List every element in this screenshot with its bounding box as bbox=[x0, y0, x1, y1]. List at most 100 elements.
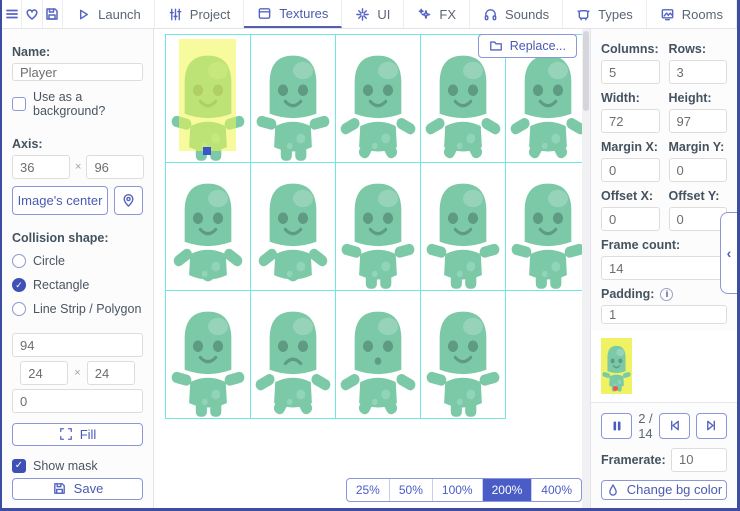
sprite-frame[interactable] bbox=[336, 291, 421, 419]
axis-label: Axis: bbox=[12, 137, 43, 152]
texture-settings-panel: Name: Use as a background? Axis: × Image… bbox=[2, 29, 154, 508]
folder-icon bbox=[489, 41, 502, 51]
height-input[interactable] bbox=[668, 109, 727, 133]
rect-right-input[interactable] bbox=[86, 361, 135, 386]
shape-rectangle-radio[interactable]: ✓ Rectangle bbox=[12, 278, 143, 293]
tab-label: FX bbox=[439, 6, 457, 22]
zoom-200-button[interactable]: 200% bbox=[482, 479, 533, 501]
sprite-sheet[interactable] bbox=[165, 34, 590, 419]
zoom-control: 25% 50% 100% 200% 400% bbox=[345, 478, 582, 502]
rect-top-input[interactable] bbox=[12, 333, 143, 358]
next-frame-button[interactable] bbox=[695, 412, 728, 439]
margin-y-input[interactable] bbox=[668, 158, 727, 182]
show-mask-checkbox[interactable]: ✓ Show mask bbox=[12, 458, 143, 473]
shape-rectangle-label: Rectangle bbox=[33, 278, 90, 293]
shape-circle-label: Circle bbox=[33, 254, 65, 269]
fx-icon bbox=[419, 8, 431, 19]
tab-textures[interactable]: Textures bbox=[244, 0, 343, 28]
tab-launch[interactable]: Launch bbox=[63, 0, 155, 28]
rect-bottom-input[interactable] bbox=[12, 389, 143, 414]
sprite-frame[interactable] bbox=[421, 291, 506, 419]
radio-unchecked bbox=[12, 254, 26, 269]
padding-input[interactable] bbox=[601, 305, 727, 324]
favorites-button[interactable] bbox=[22, 0, 43, 28]
skip-forward-icon bbox=[707, 420, 715, 431]
axis-x-input[interactable] bbox=[12, 155, 70, 180]
save-button-label: Save bbox=[73, 481, 104, 497]
frame-count-input[interactable] bbox=[601, 256, 727, 280]
sprite-frame[interactable] bbox=[506, 163, 590, 291]
rect-left-input[interactable] bbox=[20, 361, 69, 386]
pick-axis-button[interactable] bbox=[114, 186, 143, 216]
shape-polygon-label: Line Strip / Polygon bbox=[33, 302, 142, 317]
rows-input[interactable] bbox=[668, 60, 727, 84]
tab-label: UI bbox=[377, 6, 391, 22]
radio-unchecked bbox=[12, 302, 26, 317]
tab-rooms[interactable]: Rooms bbox=[647, 0, 737, 28]
offset-x-input[interactable] bbox=[601, 207, 660, 231]
sprite-frame[interactable] bbox=[421, 163, 506, 291]
zoom-25-button[interactable]: 25% bbox=[347, 479, 390, 501]
main-body: Name: Use as a background? Axis: × Image… bbox=[2, 29, 737, 508]
zoom-400-button[interactable]: 400% bbox=[532, 479, 581, 501]
tab-sounds[interactable]: Sounds bbox=[470, 0, 564, 28]
sprite-sheet-canvas[interactable]: Replace... 25% 50% 100% 200% 400% bbox=[154, 29, 590, 508]
name-label: Name: bbox=[12, 45, 51, 59]
sprite-frame[interactable] bbox=[166, 291, 251, 419]
headphones-icon bbox=[484, 8, 497, 20]
sprite-frame[interactable] bbox=[166, 163, 251, 291]
sprite-frame[interactable] bbox=[166, 35, 251, 163]
tab-ui[interactable]: UI bbox=[342, 0, 405, 28]
rows-label: Rows: bbox=[668, 42, 707, 56]
app-window: Launch Project Textures UI FX Sounds Typ… bbox=[0, 0, 740, 511]
framerate-input[interactable] bbox=[671, 447, 727, 472]
axis-times: × bbox=[75, 161, 82, 174]
frame-count-label: Frame count: bbox=[601, 238, 681, 252]
name-input[interactable] bbox=[12, 63, 143, 82]
frame-icon bbox=[258, 7, 271, 19]
skip-back-icon bbox=[670, 420, 679, 431]
collapse-panel-button[interactable]: ‹ bbox=[720, 212, 737, 294]
tab-fx[interactable]: FX bbox=[404, 0, 471, 28]
axis-marker[interactable] bbox=[203, 147, 211, 155]
width-input[interactable] bbox=[601, 109, 660, 133]
fill-button[interactable]: Fill bbox=[12, 423, 143, 446]
replace-button[interactable]: Replace... bbox=[477, 34, 577, 58]
axis-y-input[interactable] bbox=[86, 155, 145, 180]
use-background-checkbox[interactable]: Use as a background? bbox=[12, 90, 143, 118]
margin-x-input[interactable] bbox=[601, 158, 660, 182]
tab-types[interactable]: Types bbox=[563, 0, 647, 28]
offset-x-label: Offset X: bbox=[601, 189, 654, 203]
sprite-frame[interactable] bbox=[251, 35, 336, 163]
tab-project[interactable]: Project bbox=[155, 0, 245, 28]
chevron-left-icon: ‹ bbox=[726, 245, 732, 261]
sprite-frame[interactable] bbox=[336, 163, 421, 291]
offset-y-input[interactable] bbox=[668, 207, 727, 231]
sheet-row bbox=[166, 291, 590, 419]
change-bg-color-button[interactable]: Change bg color bbox=[601, 479, 727, 500]
sprite-frame[interactable] bbox=[251, 291, 336, 419]
zoom-50-button[interactable]: 50% bbox=[390, 479, 433, 501]
ghost-icon bbox=[577, 9, 590, 20]
scrollbar-thumb[interactable] bbox=[583, 31, 589, 111]
canvas-scrollbar[interactable] bbox=[582, 29, 590, 508]
save-project-button[interactable] bbox=[43, 0, 64, 28]
save-button[interactable]: Save bbox=[12, 477, 143, 501]
shape-circle-radio[interactable]: Circle bbox=[12, 254, 143, 269]
preview-axis-dot bbox=[613, 385, 618, 391]
menu-button[interactable] bbox=[2, 0, 23, 28]
info-icon[interactable]: i bbox=[660, 287, 674, 301]
droplet-icon bbox=[608, 484, 617, 496]
replace-button-label: Replace... bbox=[509, 39, 566, 53]
floppy-icon bbox=[46, 8, 59, 20]
change-bg-color-label: Change bg color bbox=[626, 482, 723, 498]
previous-frame-button[interactable] bbox=[658, 412, 690, 439]
zoom-100-button[interactable]: 100% bbox=[433, 479, 483, 501]
columns-input[interactable] bbox=[601, 60, 660, 84]
shape-polygon-radio[interactable]: Line Strip / Polygon bbox=[12, 302, 143, 317]
sprite-frame[interactable] bbox=[336, 35, 421, 163]
pause-button[interactable] bbox=[601, 412, 633, 439]
images-center-button[interactable]: Image's center bbox=[12, 186, 108, 216]
sprite-frame[interactable] bbox=[251, 163, 336, 291]
sheet-row bbox=[166, 163, 590, 291]
